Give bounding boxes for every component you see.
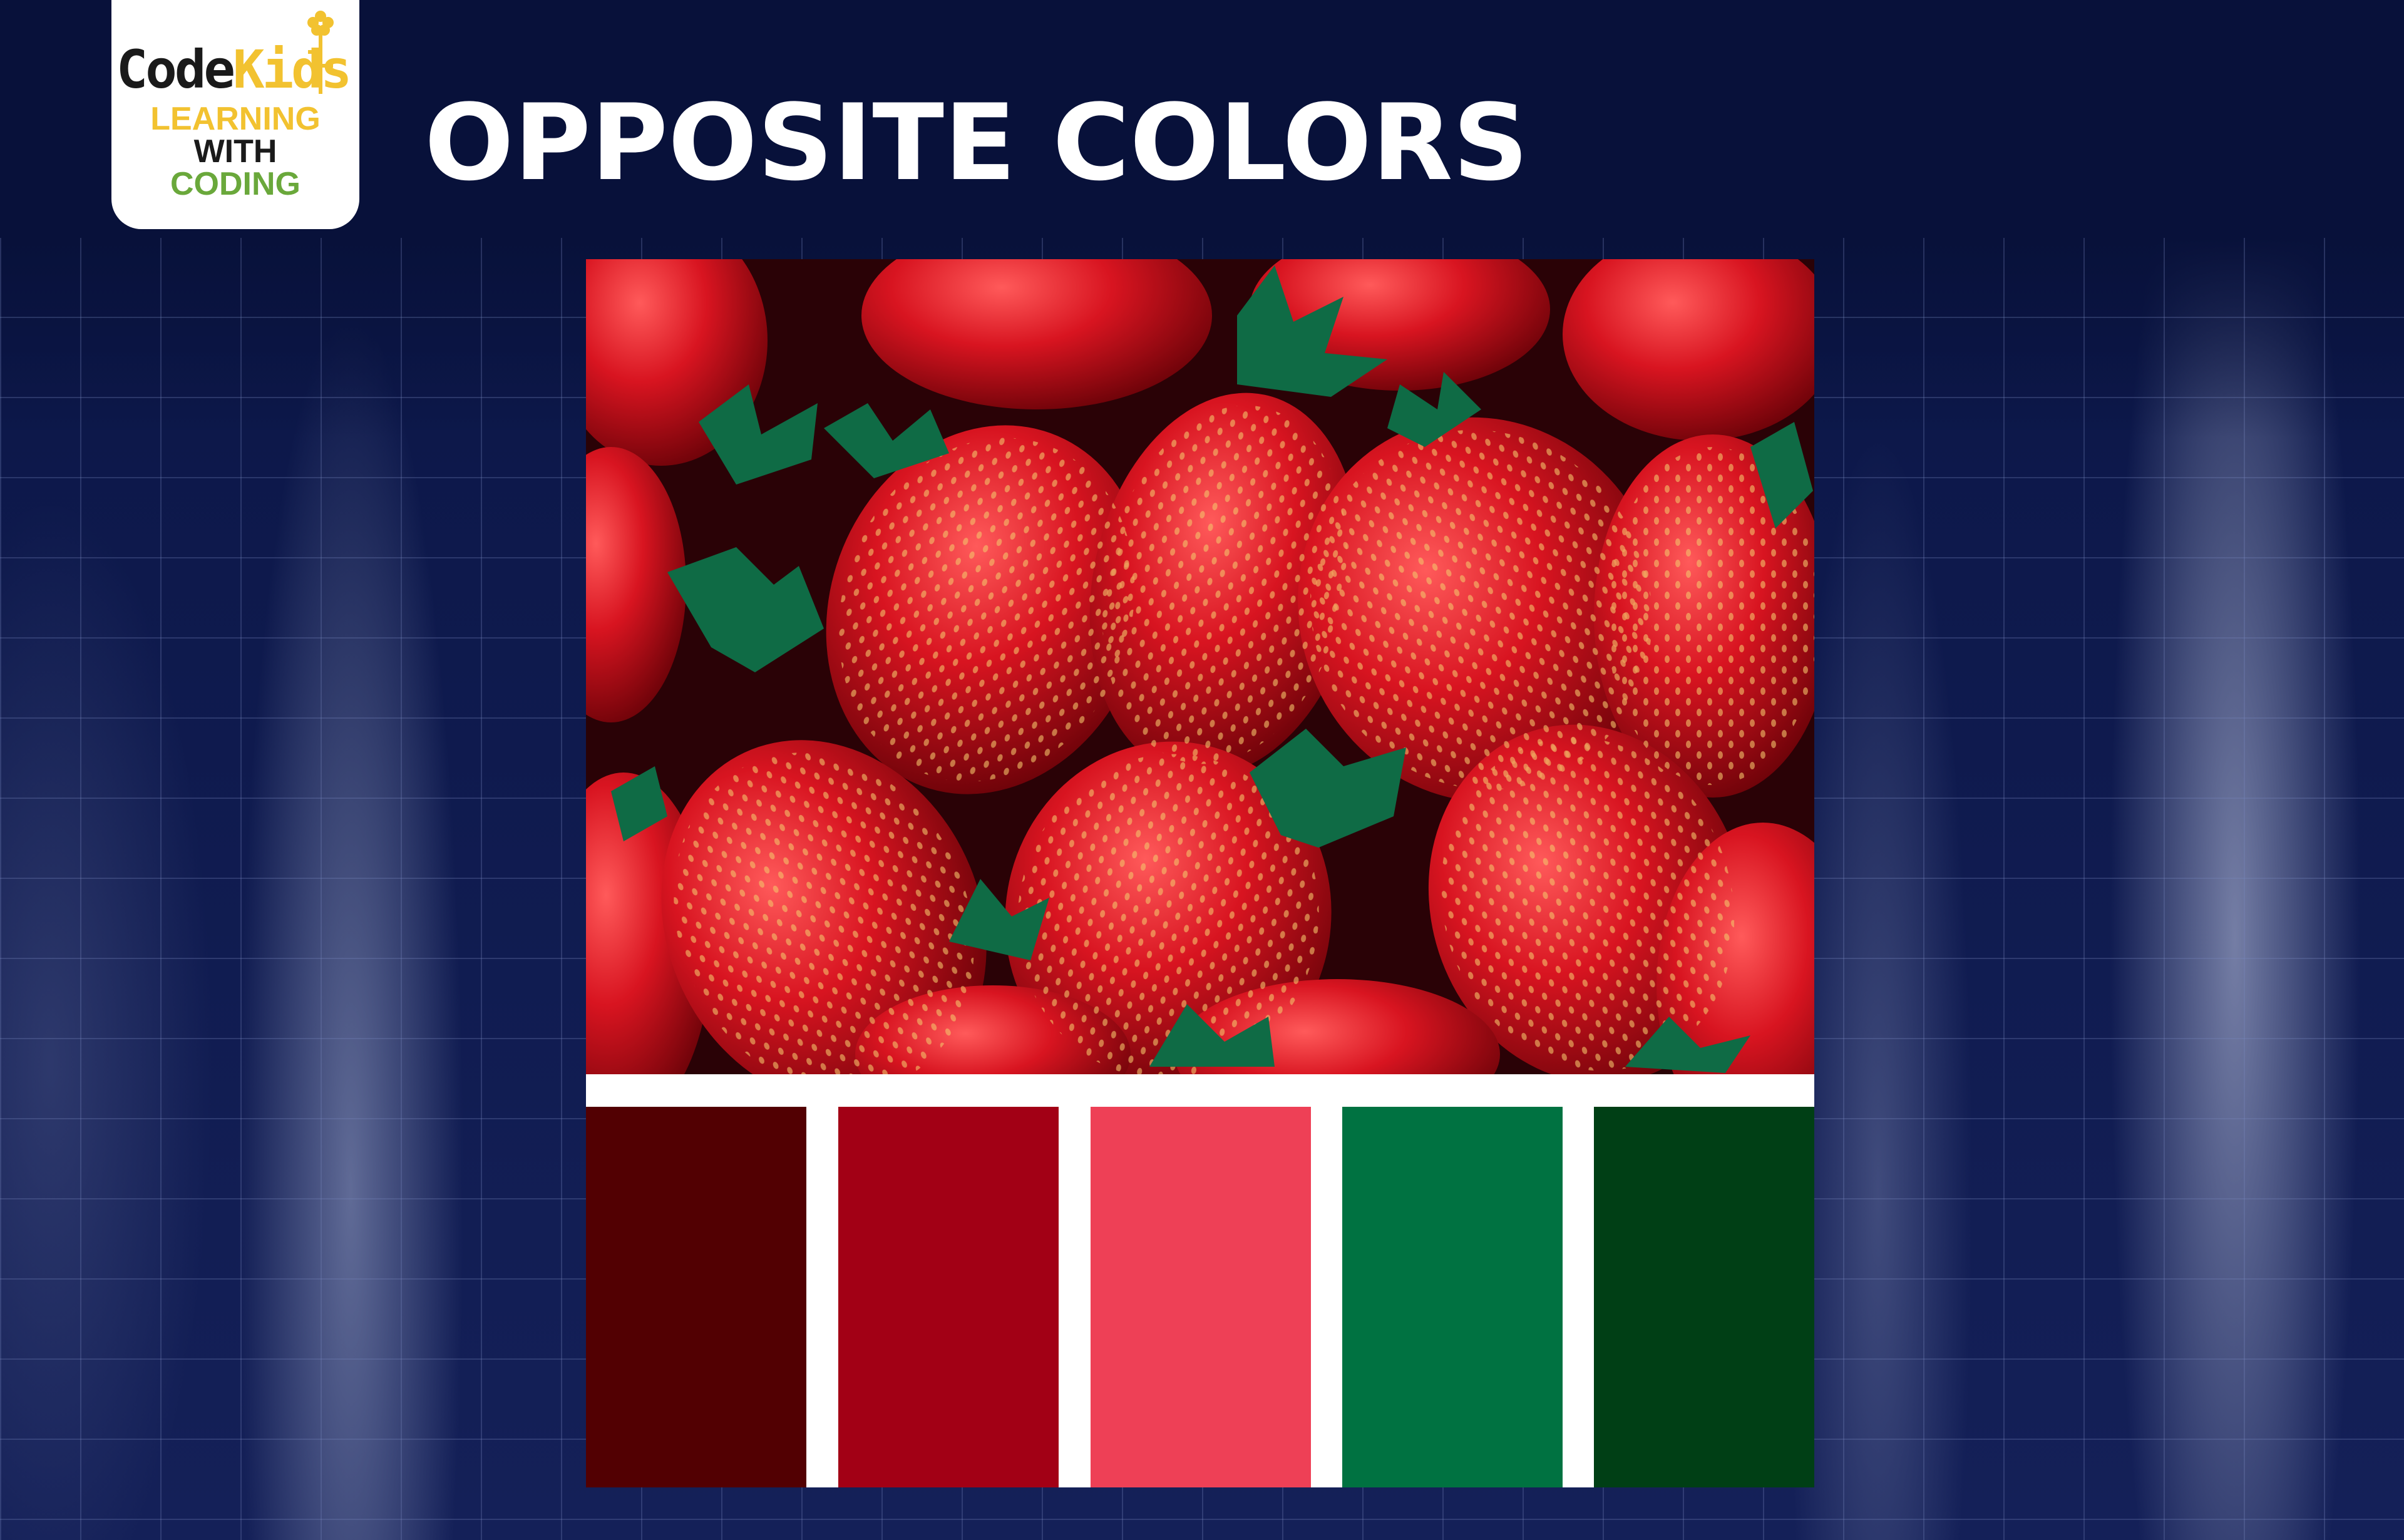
logo-line-learning: LEARNING bbox=[150, 101, 321, 137]
swatch-dark-green bbox=[1594, 1107, 1814, 1487]
strawberries-illustration bbox=[586, 259, 1814, 1074]
strawberries-photo bbox=[586, 259, 1814, 1074]
swatch-red bbox=[838, 1107, 1059, 1487]
color-palette bbox=[586, 1074, 1814, 1487]
swatch-dark-red bbox=[586, 1107, 806, 1487]
logo-line-coding: CODING bbox=[170, 166, 300, 202]
page-title: OPPOSITE COLORS bbox=[424, 81, 1529, 204]
swatch-pink bbox=[1091, 1107, 1311, 1487]
logo-line-with: WITH bbox=[193, 133, 277, 170]
flower-icon bbox=[307, 11, 334, 94]
swatch-green bbox=[1342, 1107, 1563, 1487]
logo-code-text: Code bbox=[116, 39, 235, 100]
codekids-logo: CodeKids LEARNING WITH CODING bbox=[111, 0, 359, 229]
